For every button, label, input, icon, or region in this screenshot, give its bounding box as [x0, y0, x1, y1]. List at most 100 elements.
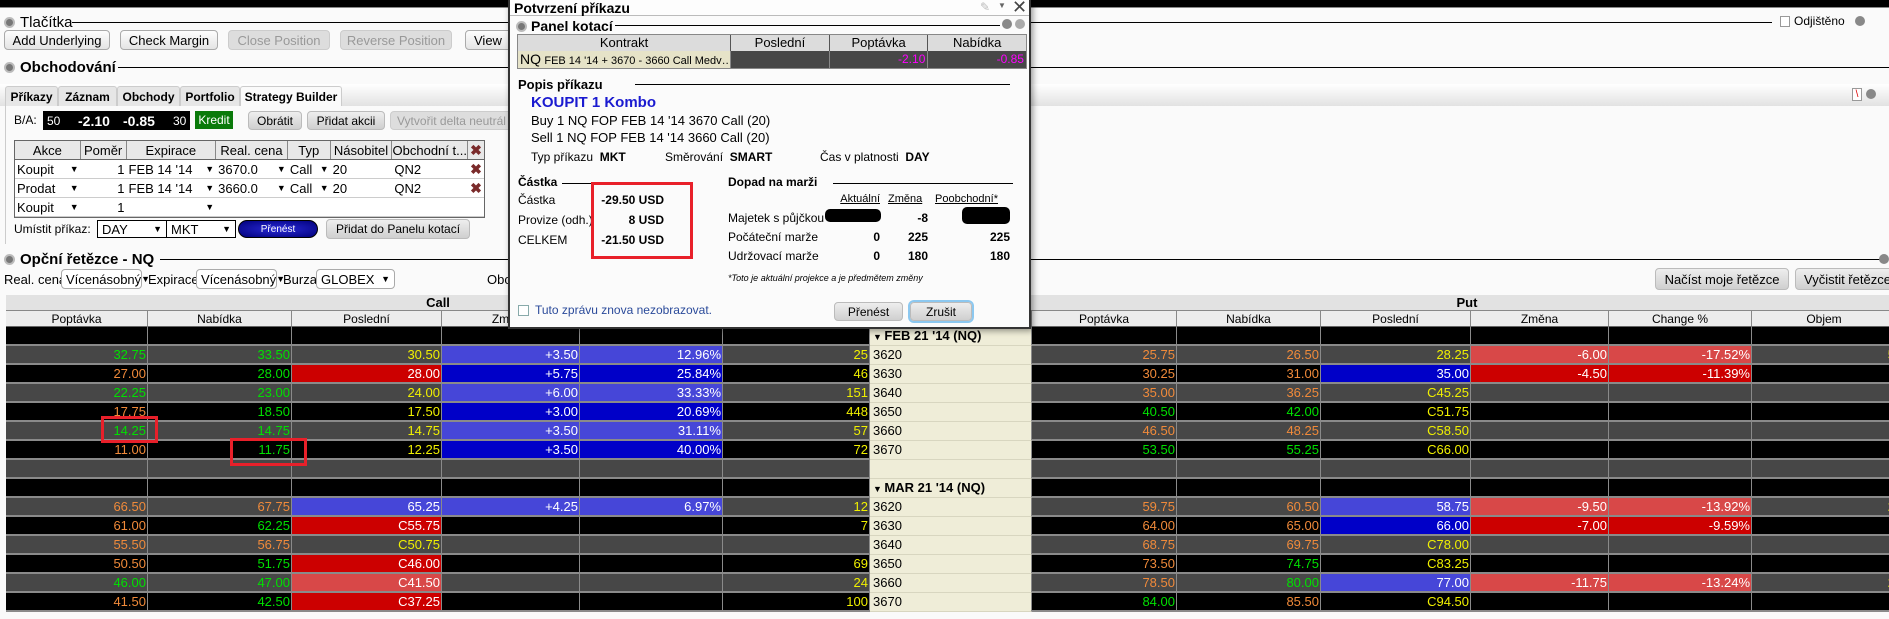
- dropdown-icon[interactable]: ▼: [998, 1, 1006, 10]
- strike-cell[interactable]: 3670: [870, 593, 1032, 612]
- put-cell[interactable]: 46.50: [1032, 422, 1177, 441]
- call-cell[interactable]: [442, 555, 580, 574]
- margin-col-change[interactable]: Změna: [888, 193, 922, 205]
- collapse-icon[interactable]: [4, 253, 15, 265]
- put-col-header[interactable]: Poptávka: [1032, 311, 1177, 327]
- checkbox-icon[interactable]: [518, 304, 529, 316]
- strategy-leg-row[interactable]: Koupit ▼ 1 ▼: [15, 198, 484, 217]
- expand-triangle-icon[interactable]: ▼: [873, 332, 884, 342]
- leg-type[interactable]: [288, 198, 331, 216]
- chain-row[interactable]: 46.00 47.00 C41.50 24 3660 78.50 80.00 77.00 -11…: [6, 574, 1889, 593]
- exchange-filter-select[interactable]: GLOBEX ▼: [316, 269, 395, 289]
- strike-cell[interactable]: 3650: [870, 403, 1032, 422]
- empty-cell[interactable]: [1752, 327, 1889, 346]
- reverse-position-button[interactable]: Reverse Position: [340, 30, 452, 50]
- call-cell[interactable]: 56.75: [148, 536, 292, 555]
- call-cell[interactable]: 46: [723, 365, 870, 384]
- strike-cell[interactable]: 3630: [870, 365, 1032, 384]
- put-cell[interactable]: 59.75: [1032, 498, 1177, 517]
- put-cell[interactable]: [1752, 593, 1889, 612]
- expiry-header-row[interactable]: ▼ FEB 21 '14 (NQ): [6, 327, 1889, 346]
- put-cell[interactable]: 2: [1752, 574, 1889, 593]
- quote-panel-header[interactable]: Panel kotací: [516, 18, 613, 34]
- call-cell[interactable]: +3.50: [442, 441, 580, 460]
- call-cell[interactable]: 22.25: [6, 384, 148, 403]
- call-cell[interactable]: 100: [723, 593, 870, 612]
- call-cell[interactable]: 65.25: [292, 498, 442, 517]
- empty-cell[interactable]: [148, 479, 292, 498]
- hedged-checkbox[interactable]: Odjištěno: [1780, 14, 1865, 28]
- put-cell[interactable]: 36.25: [1177, 384, 1321, 403]
- put-cell[interactable]: 68.75: [1032, 536, 1177, 555]
- close-position-button[interactable]: Close Position: [228, 30, 330, 50]
- put-cell[interactable]: 66.00: [1321, 517, 1471, 536]
- call-cell[interactable]: [580, 555, 723, 574]
- put-cell[interactable]: [1752, 422, 1889, 441]
- empty-cell[interactable]: [1321, 327, 1471, 346]
- call-cell[interactable]: 32.75: [6, 346, 148, 365]
- strike-cell[interactable]: 3620: [870, 346, 1032, 365]
- put-cell[interactable]: -17.52%: [1609, 346, 1752, 365]
- put-cell[interactable]: 60.50: [1177, 498, 1321, 517]
- call-cell[interactable]: [723, 536, 870, 555]
- call-cell[interactable]: 27.00: [6, 365, 148, 384]
- col-type[interactable]: Typ: [288, 141, 331, 159]
- collapse-icon[interactable]: [516, 20, 527, 32]
- col-ask[interactable]: Nabídka: [928, 35, 1026, 51]
- call-cell[interactable]: 12.25: [292, 441, 442, 460]
- delete-leg-icon[interactable]: ✖: [468, 160, 484, 178]
- call-cell[interactable]: +3.50: [442, 422, 580, 441]
- empty-cell[interactable]: [1177, 327, 1321, 346]
- call-cell[interactable]: 28.00: [292, 365, 442, 384]
- chain-row[interactable]: 61.00 62.25 C55.75 7 3630 64.00 65.00 66.00 -7.0…: [6, 517, 1889, 536]
- quote-row[interactable]: NQ FEB 14 '14 + 3670 - 3660 Call Medv… -…: [518, 51, 1026, 68]
- chain-row[interactable]: 22.25 23.00 24.00 +6.00 33.33% 151 3640 35.00 36…: [6, 384, 1889, 403]
- tab-portfolio[interactable]: Portfolio: [180, 86, 240, 106]
- call-cell[interactable]: 14.75: [292, 422, 442, 441]
- put-cell[interactable]: 85.50: [1177, 593, 1321, 612]
- call-cell[interactable]: 24: [723, 574, 870, 593]
- collapse-icon[interactable]: [4, 61, 15, 73]
- put-cell[interactable]: -13.24%: [1609, 574, 1752, 593]
- leg-action[interactable]: Koupit ▼: [15, 160, 81, 178]
- put-cell[interactable]: [1752, 555, 1889, 574]
- col-trading-class[interactable]: Obchodní t...: [392, 141, 469, 159]
- strike-filter-select[interactable]: Vícenásobný ▼: [61, 269, 150, 289]
- put-cell[interactable]: [1752, 403, 1889, 422]
- call-cell[interactable]: 28.00: [148, 365, 292, 384]
- put-cell[interactable]: 77.00: [1321, 574, 1471, 593]
- empty-cell[interactable]: [1752, 460, 1889, 479]
- call-cell[interactable]: 25.84%: [580, 365, 723, 384]
- add-stock-button[interactable]: Přidat akcii: [307, 111, 385, 130]
- empty-cell[interactable]: [6, 327, 148, 346]
- put-cell[interactable]: 73.50: [1032, 555, 1177, 574]
- put-col-header[interactable]: Poslední: [1321, 311, 1471, 327]
- leg-action[interactable]: Prodat ▼: [15, 179, 81, 197]
- load-chains-button[interactable]: Načíst moje řetězce: [1655, 268, 1789, 290]
- col-last[interactable]: Poslední: [731, 35, 830, 51]
- call-cell[interactable]: 33.50: [148, 346, 292, 365]
- call-cell[interactable]: [580, 593, 723, 612]
- help-icon[interactable]: [1015, 19, 1025, 29]
- put-cell[interactable]: [1609, 441, 1752, 460]
- chain-row[interactable]: 27.00 28.00 28.00 +5.75 25.84% 46 3630 30.25 31.…: [6, 365, 1889, 384]
- put-cell[interactable]: 26.50: [1177, 346, 1321, 365]
- put-cell[interactable]: -11.75: [1471, 574, 1609, 593]
- put-cell[interactable]: -7.00: [1471, 517, 1609, 536]
- put-cell[interactable]: 48.25: [1177, 422, 1321, 441]
- call-cell[interactable]: 47.00: [148, 574, 292, 593]
- empty-cell[interactable]: [442, 327, 580, 346]
- leg-trading-class[interactable]: QN2: [392, 160, 468, 178]
- put-cell[interactable]: -9.59%: [1609, 517, 1752, 536]
- chain-row[interactable]: 32.75 33.50 30.50 +3.50 12.96% 25 3620 25.75 26.…: [6, 346, 1889, 365]
- put-cell[interactable]: 35.00: [1321, 365, 1471, 384]
- put-cell[interactable]: [1609, 593, 1752, 612]
- call-cell[interactable]: 42.50: [148, 593, 292, 612]
- leg-ratio[interactable]: 1: [81, 160, 127, 178]
- empty-cell[interactable]: [723, 460, 870, 479]
- empty-cell[interactable]: [1321, 460, 1471, 479]
- put-cell[interactable]: C45.25: [1321, 384, 1471, 403]
- leg-ratio[interactable]: 1: [81, 198, 127, 216]
- call-cell[interactable]: 33.33%: [580, 384, 723, 403]
- strike-cell[interactable]: 3640: [870, 536, 1032, 555]
